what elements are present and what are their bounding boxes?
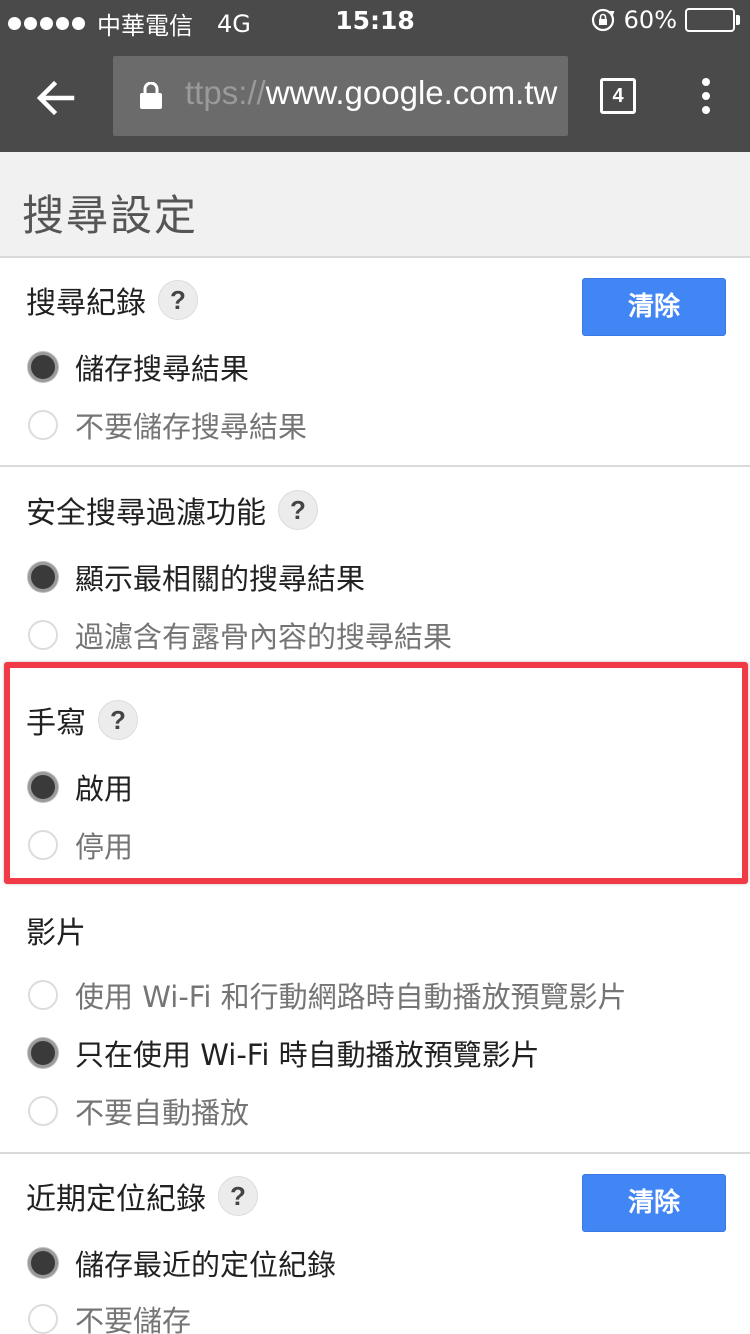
section-divider xyxy=(0,1152,750,1154)
clear-location-history-button[interactable]: 清除 xyxy=(582,1174,726,1232)
section-title-text: 安全搜尋過濾功能 xyxy=(26,496,266,531)
section-title-text: 手寫 xyxy=(26,706,86,741)
option-label: 顯示最相關的搜尋結果 xyxy=(75,562,366,596)
battery-percent: 60% xyxy=(623,6,677,34)
tab-switcher-button[interactable]: 4 xyxy=(600,78,636,114)
option-label: 只在使用 Wi-Fi 時自動播放預覽影片 xyxy=(75,1038,540,1072)
section-title-location-history: 近期定位紀錄 ? xyxy=(26,1174,258,1218)
status-bar: 中華電信 4G 15:18 60% xyxy=(0,0,750,40)
section-title-safesearch: 安全搜尋過濾功能 ? xyxy=(26,488,318,532)
help-icon[interactable]: ? xyxy=(278,490,318,530)
section-title-text: 搜尋紀錄 xyxy=(26,286,146,321)
radio-show-most-relevant[interactable]: 顯示最相關的搜尋結果 xyxy=(28,556,365,598)
url-text: ttps://www.google.com.tw xyxy=(185,74,557,112)
section-title-search-history: 搜尋紀錄 ? xyxy=(26,278,198,322)
option-label: 不要儲存搜尋結果 xyxy=(75,410,308,444)
option-label: 過濾含有露骨內容的搜尋結果 xyxy=(75,620,453,654)
radio-no-autoplay[interactable]: 不要自動播放 xyxy=(28,1090,249,1132)
overflow-menu-button[interactable] xyxy=(690,74,722,118)
radio-filter-explicit[interactable]: 過濾含有露骨內容的搜尋結果 xyxy=(28,614,452,656)
radio-selected-icon xyxy=(28,352,58,382)
url-scheme: ttps:// xyxy=(185,74,266,111)
radio-selected-icon xyxy=(28,562,58,592)
lock-icon xyxy=(140,82,162,109)
section-divider xyxy=(0,465,750,467)
help-icon[interactable]: ? xyxy=(158,280,198,320)
radio-autoplay-wifi-and-mobile[interactable]: 使用 Wi-Fi 和行動網路時自動播放預覽影片 xyxy=(28,974,627,1016)
rotation-lock-icon xyxy=(591,8,615,32)
radio-unselected-icon xyxy=(28,1096,58,1126)
radio-unselected-icon xyxy=(28,980,58,1010)
status-right: 60% xyxy=(590,6,740,34)
radio-unselected-icon xyxy=(28,620,58,650)
page-title: 搜尋設定 xyxy=(22,191,199,240)
help-icon[interactable]: ? xyxy=(98,700,138,740)
radio-autoplay-wifi-only[interactable]: 只在使用 Wi-Fi 時自動播放預覽影片 xyxy=(28,1032,540,1074)
option-label: 不要儲存 xyxy=(75,1304,192,1334)
section-title-text: 近期定位紀錄 xyxy=(26,1182,206,1217)
radio-save-location-history[interactable]: 儲存最近的定位紀錄 xyxy=(28,1242,336,1284)
radio-selected-icon xyxy=(28,772,58,802)
option-label: 啟用 xyxy=(75,772,134,806)
url-host: www.google.com.tw xyxy=(265,74,558,111)
radio-save-search-results[interactable]: 儲存搜尋結果 xyxy=(28,346,249,388)
page-header: 搜尋設定 xyxy=(0,152,750,258)
radio-handwriting-disable[interactable]: 停用 xyxy=(28,824,133,866)
browser-toolbar: ttps://www.google.com.tw 4 xyxy=(0,40,750,152)
battery-icon xyxy=(685,8,740,32)
section-title-video: 影片 xyxy=(26,908,86,952)
address-bar[interactable]: ttps://www.google.com.tw xyxy=(113,56,568,136)
section-title-text: 影片 xyxy=(26,916,86,951)
radio-dont-save-location[interactable]: 不要儲存 xyxy=(28,1298,191,1334)
radio-unselected-icon xyxy=(28,830,58,860)
menu-dot-icon xyxy=(702,106,710,114)
radio-dont-save-search-results[interactable]: 不要儲存搜尋結果 xyxy=(28,404,307,446)
radio-handwriting-enable[interactable]: 啟用 xyxy=(28,766,133,808)
option-label: 儲存搜尋結果 xyxy=(75,352,250,386)
clear-search-history-button[interactable]: 清除 xyxy=(582,278,726,336)
option-label: 不要自動播放 xyxy=(75,1096,250,1130)
option-label: 使用 Wi-Fi 和行動網路時自動播放預覽影片 xyxy=(75,980,627,1014)
option-label: 停用 xyxy=(75,830,134,864)
option-label: 儲存最近的定位紀錄 xyxy=(75,1248,337,1282)
radio-selected-icon xyxy=(28,1248,58,1278)
arrow-left-icon xyxy=(36,80,75,116)
section-title-handwriting: 手寫 ? xyxy=(26,698,138,742)
radio-unselected-icon xyxy=(28,410,58,440)
radio-unselected-icon xyxy=(28,1304,58,1334)
back-button[interactable] xyxy=(28,70,84,126)
radio-selected-icon xyxy=(28,1038,58,1068)
menu-dot-icon xyxy=(702,78,710,86)
menu-dot-icon xyxy=(702,92,710,100)
help-icon[interactable]: ? xyxy=(218,1176,258,1216)
